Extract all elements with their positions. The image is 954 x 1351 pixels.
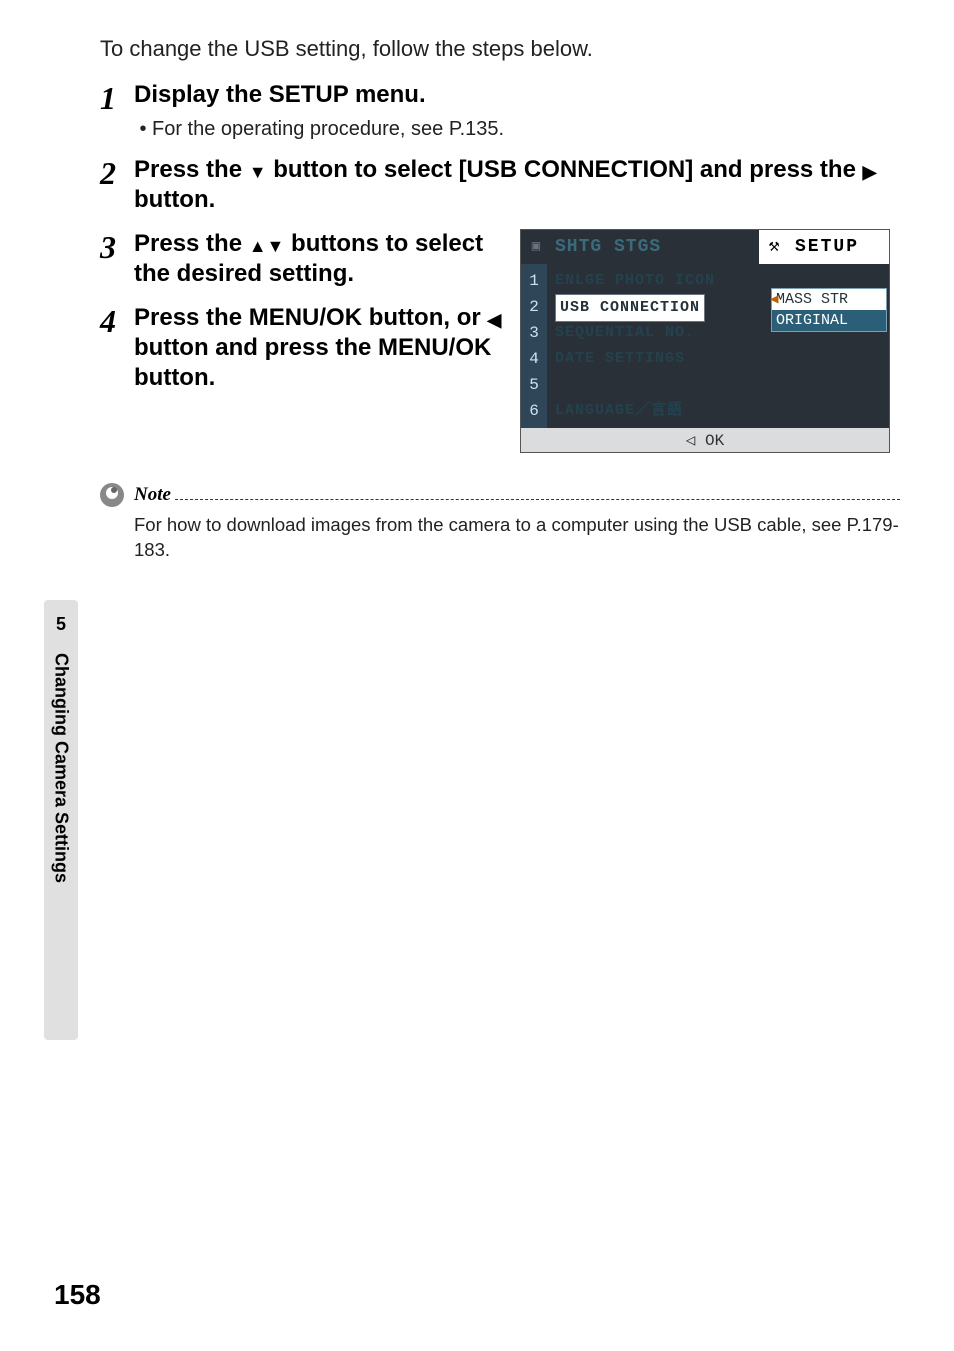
lcd-menu-item: DATE SETTINGS xyxy=(547,346,889,372)
lcd-footer: ◁ OK xyxy=(521,428,889,452)
step-3: 3 Press the ▲▼ buttons to select the des… xyxy=(100,229,506,289)
right-triangle-icon: ▶ xyxy=(863,161,877,184)
section-label: Changing Camera Settings xyxy=(51,653,72,883)
step-title: Press the MENU/OK button, or ◀ button an… xyxy=(134,303,506,393)
down-triangle-icon: ▼ xyxy=(249,161,267,184)
step-number: 2 xyxy=(100,155,134,189)
section-side-tab: 5 Changing Camera Settings xyxy=(44,600,78,1040)
note-header: Note xyxy=(100,483,900,507)
left-outline-triangle-icon: ◁ xyxy=(686,432,696,450)
note-label: Note xyxy=(134,484,171,506)
step-number: 4 xyxy=(100,303,134,337)
left-triangle-icon: ◀ xyxy=(487,309,501,332)
step-subtext: •For the operating procedure, see P.135. xyxy=(134,118,900,141)
note-dash-line xyxy=(175,490,900,500)
intro-text: To change the USB setting, follow the st… xyxy=(100,36,900,62)
lcd-row-numbers: 1 2 3 4 5 6 xyxy=(521,264,547,428)
step-title: Display the SETUP menu. xyxy=(134,80,900,110)
camera-lcd-screenshot: ▣ SHTG STGS ⚒ SETUP 1 2 3 4 5 6 ENL xyxy=(520,229,890,453)
section-number: 5 xyxy=(44,614,78,635)
step-title: Press the ▲▼ buttons to select the desir… xyxy=(134,229,506,289)
lcd-option-popup: ◀MASS STR ORIGINAL xyxy=(771,288,887,332)
step-2: 2 Press the ▼ button to select [USB CONN… xyxy=(100,155,900,215)
lcd-tab-shtg: SHTG STGS xyxy=(551,230,759,264)
selector-triangle-icon: ◀ xyxy=(770,291,778,308)
step-1: 1 Display the SETUP menu. •For the opera… xyxy=(100,80,900,141)
camera-icon: ▣ xyxy=(521,230,551,264)
step-number: 1 xyxy=(100,80,134,114)
lcd-menu-item: LANGUAGE／言語 xyxy=(547,398,889,424)
lcd-option-selected: ◀MASS STR xyxy=(772,289,886,310)
up-down-triangle-icon: ▲▼ xyxy=(249,235,285,258)
note-pin-icon xyxy=(100,483,124,507)
step-number: 3 xyxy=(100,229,134,263)
lcd-tab-setup: SETUP xyxy=(789,230,889,264)
setup-tool-icon: ⚒ xyxy=(759,230,789,264)
step-4: 4 Press the MENU/OK button, or ◀ button … xyxy=(100,303,506,393)
lcd-option: ORIGINAL xyxy=(772,310,886,331)
lcd-menu-item xyxy=(547,372,889,398)
step-title: Press the ▼ button to select [USB CONNEC… xyxy=(134,155,900,215)
note-body: For how to download images from the came… xyxy=(134,513,900,563)
page-number: 158 xyxy=(54,1279,101,1311)
